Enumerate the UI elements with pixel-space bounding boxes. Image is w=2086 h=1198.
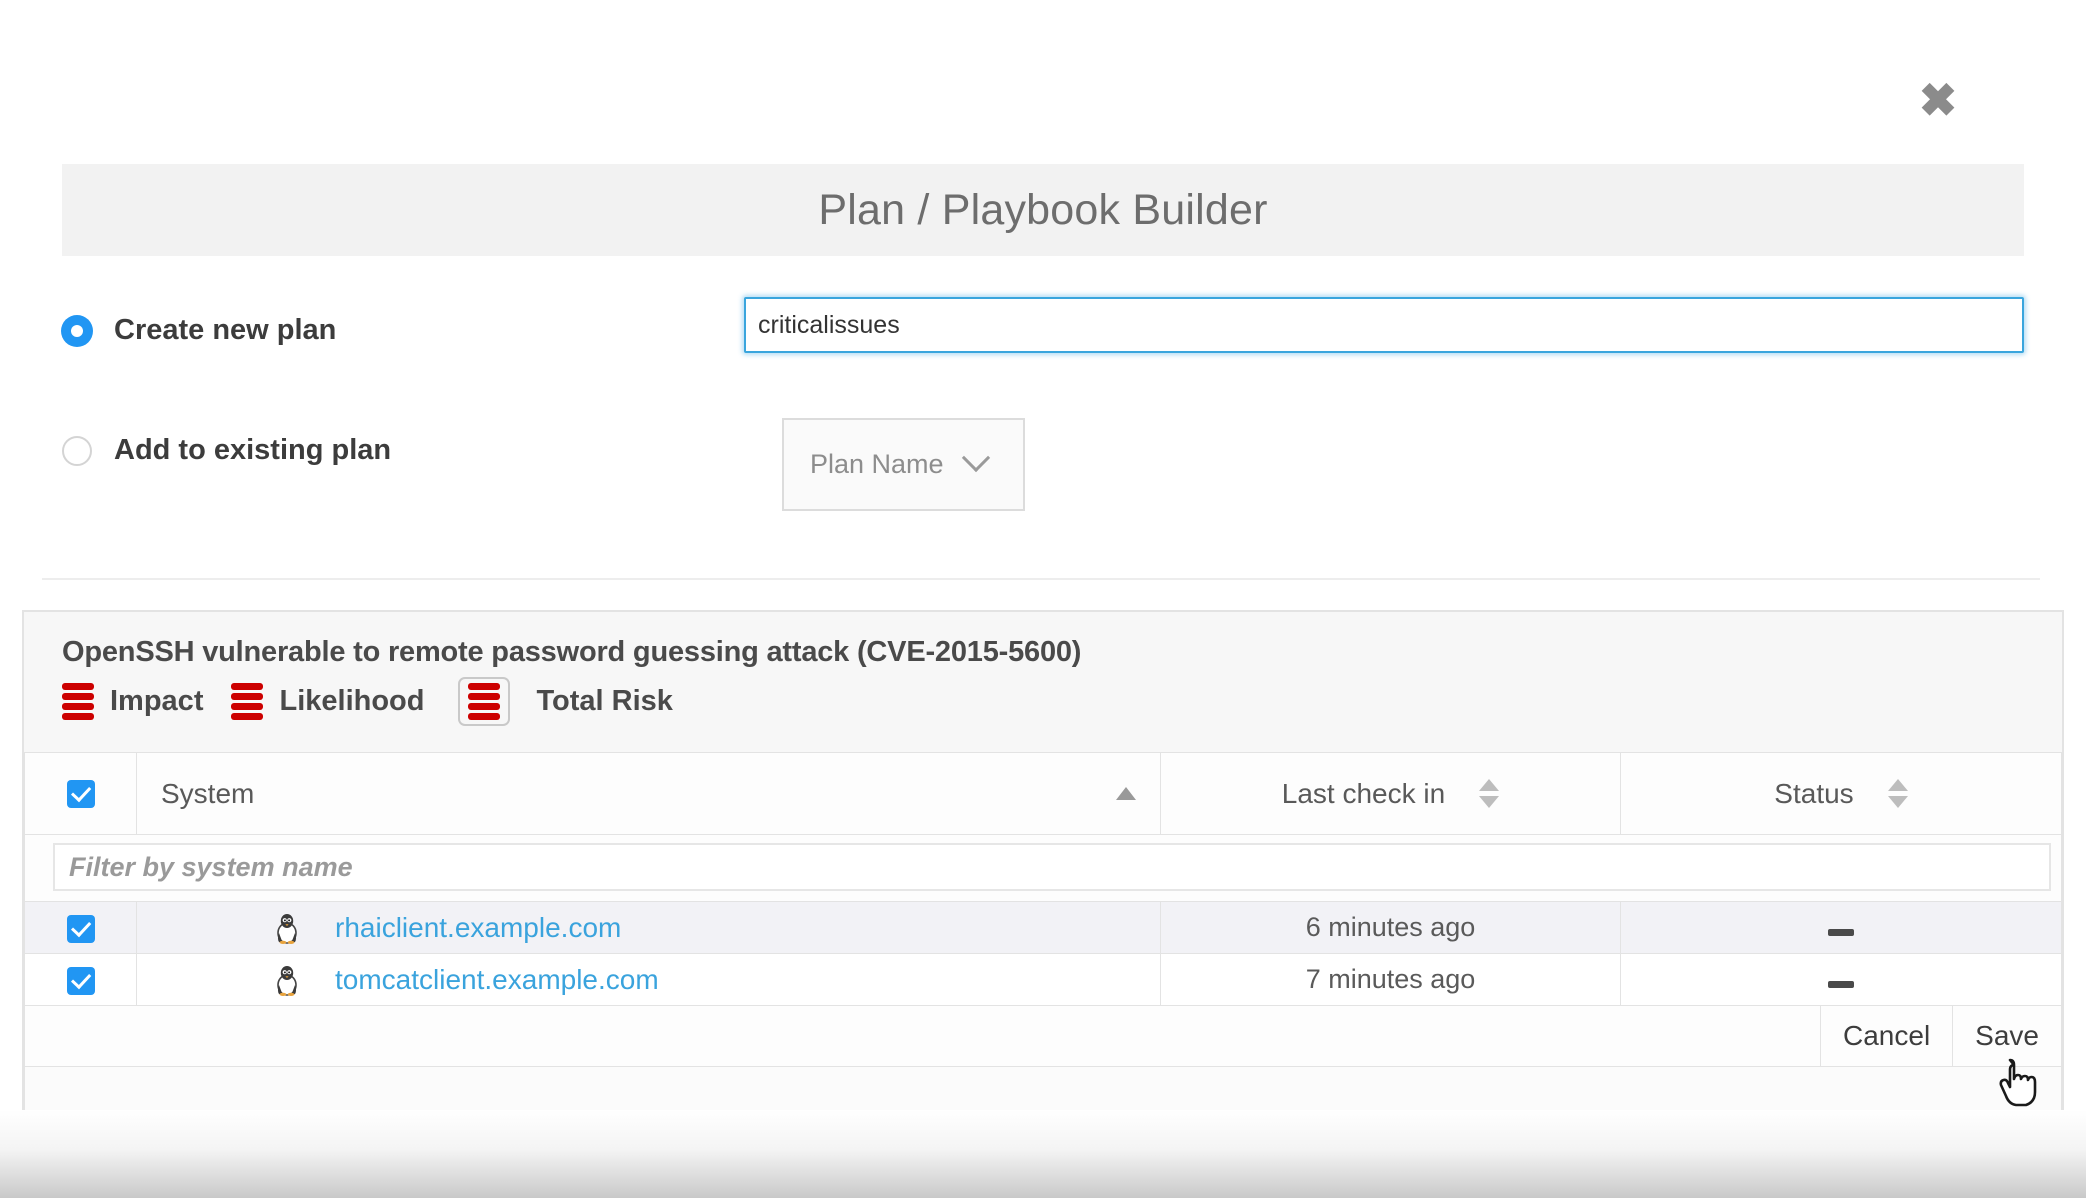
- select-all-checkbox[interactable]: [66, 779, 95, 808]
- table-row[interactable]: tomcatclient.example.com 7 minutes ago: [24, 953, 2062, 1006]
- row-system-cell: tomcatclient.example.com: [136, 953, 1161, 1006]
- option-create-new-plan-label: Create new plan: [114, 314, 337, 346]
- row-system-cell: rhaiclient.example.com: [136, 901, 1161, 954]
- existing-plan-select[interactable]: Plan Name: [782, 418, 1025, 511]
- column-header-system[interactable]: System: [136, 752, 1161, 835]
- vulnerability-header: OpenSSH vulnerable to remote password gu…: [24, 612, 2062, 752]
- risk-likelihood-label: Likelihood: [279, 685, 425, 717]
- page-bottom-fade: [0, 1110, 2086, 1198]
- filter-cell: [24, 834, 2062, 902]
- chevron-down-icon: [961, 443, 990, 472]
- section-divider: [42, 578, 2040, 580]
- actions-cell: Cancel Save: [24, 1005, 2062, 1067]
- radio-add-existing-plan[interactable]: [62, 435, 92, 466]
- select-all-header: [24, 752, 137, 835]
- close-icon[interactable]: ✖: [1915, 77, 1961, 124]
- linux-tux-icon: [267, 912, 307, 944]
- row-status: [1620, 901, 2062, 954]
- plan-name-input-wrap: [744, 297, 2024, 353]
- row-select-cell: [24, 901, 137, 954]
- risk-bars-icon: [62, 683, 94, 720]
- table-header-row: System Last check in Status: [24, 752, 2062, 835]
- risk-impact: Impact: [62, 683, 203, 720]
- linux-tux-icon: [267, 964, 307, 996]
- status-dash-icon: [1828, 981, 1854, 988]
- table-tail-row: [24, 1066, 2062, 1111]
- table-row[interactable]: rhaiclient.example.com 6 minutes ago: [24, 901, 2062, 954]
- sort-toggle-icon[interactable]: [1887, 779, 1908, 808]
- system-link[interactable]: tomcatclient.example.com: [335, 964, 659, 996]
- existing-plan-select-label: Plan Name: [810, 449, 944, 479]
- plan-playbook-builder-modal: ✖ Plan / Playbook Builder Create new pla…: [0, 0, 2086, 1198]
- risk-impact-label: Impact: [110, 685, 204, 717]
- vulnerability-card: OpenSSH vulnerable to remote password gu…: [22, 610, 2064, 1113]
- system-link[interactable]: rhaiclient.example.com: [335, 912, 621, 944]
- row-last-check-in: 6 minutes ago: [1160, 901, 1621, 954]
- row-last-check-in: 7 minutes ago: [1160, 953, 1621, 1006]
- row-checkbox[interactable]: [66, 914, 95, 943]
- table-tail-cell: [24, 1066, 2062, 1111]
- row-checkbox[interactable]: [66, 966, 95, 995]
- option-add-existing-plan-label: Add to existing plan: [114, 434, 392, 466]
- cancel-button[interactable]: Cancel: [1820, 1006, 1953, 1066]
- plan-name-input[interactable]: [744, 297, 2024, 353]
- sort-toggle-icon[interactable]: [1479, 779, 1500, 808]
- column-header-status-label: Status: [1774, 777, 1854, 809]
- filter-by-system-name-input[interactable]: [53, 843, 2051, 891]
- table-actions-row: Cancel Save: [24, 1005, 2062, 1067]
- risk-bars-icon: [468, 683, 501, 720]
- row-status: [1620, 953, 2062, 1006]
- risk-total-label: Total Risk: [536, 685, 673, 717]
- risk-total-bars-box: [458, 677, 511, 726]
- column-header-last-check-in-label: Last check in: [1281, 777, 1446, 809]
- risk-total: Total Risk: [452, 677, 673, 726]
- column-header-last-check-in[interactable]: Last check in: [1160, 752, 1621, 835]
- option-add-existing-plan[interactable]: Add to existing plan: [62, 434, 391, 467]
- systems-table: System Last check in Status Filter by sy…: [24, 752, 2062, 1111]
- column-header-status[interactable]: Status: [1620, 752, 2062, 835]
- column-header-system-label: System: [161, 777, 255, 809]
- status-dash-icon: [1828, 929, 1854, 936]
- option-create-new-plan[interactable]: Create new plan: [62, 314, 336, 347]
- mouse-cursor: [1998, 1056, 2040, 1108]
- row-select-cell: [24, 953, 137, 1006]
- table-filter-row: [24, 834, 2062, 902]
- vulnerability-title: OpenSSH vulnerable to remote password gu…: [62, 636, 1082, 668]
- risk-indicators: Impact Likelihood Total Risk: [62, 677, 2024, 726]
- sort-ascending-icon[interactable]: [1116, 787, 1136, 800]
- radio-create-new-plan[interactable]: [62, 315, 92, 346]
- risk-likelihood: Likelihood: [231, 683, 424, 720]
- risk-bars-icon: [231, 683, 264, 720]
- page-title: Plan / Playbook Builder: [818, 185, 1268, 234]
- modal-title-bar: Plan / Playbook Builder: [62, 164, 2024, 256]
